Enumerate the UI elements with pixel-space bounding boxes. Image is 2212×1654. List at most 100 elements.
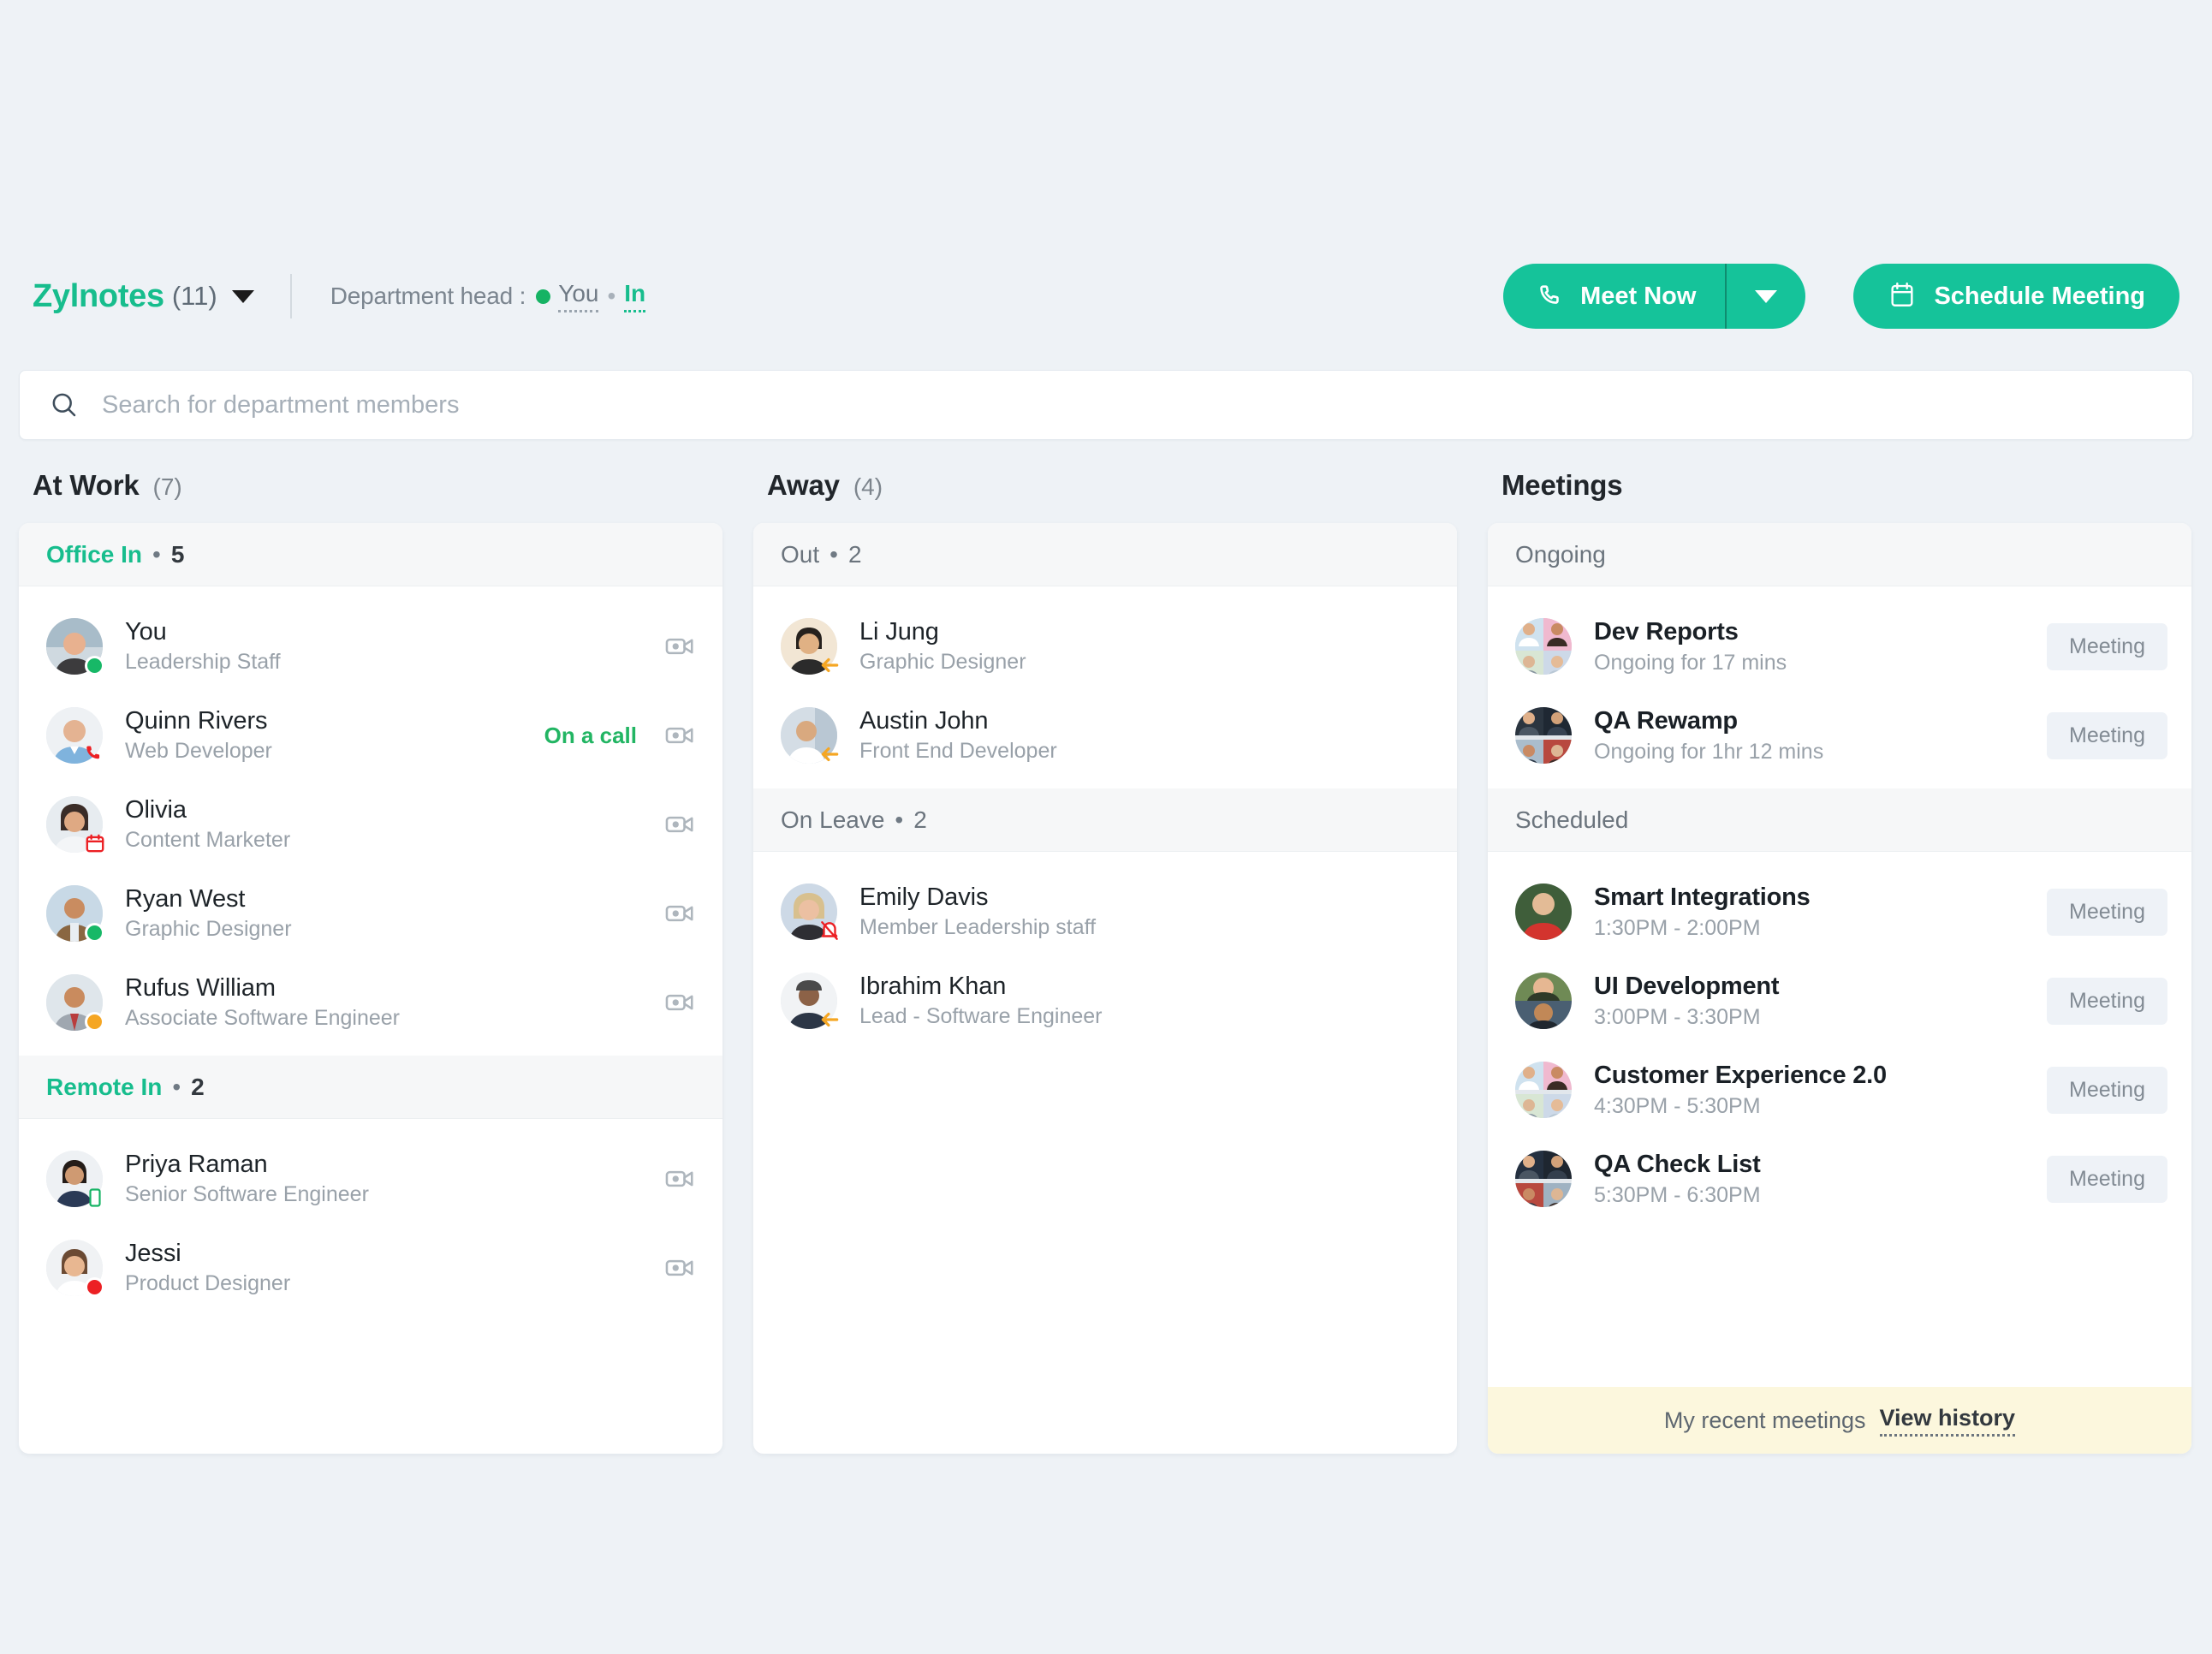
list-item[interactable]: QA Check List 5:30PM - 6:30PM Meeting	[1488, 1134, 2191, 1223]
meeting-title: QA Rewamp	[1594, 706, 1738, 735]
meeting-avatar-group	[1515, 1062, 1572, 1118]
department-name[interactable]: Zylnotes	[33, 278, 164, 315]
department-head-info: Department head : You • In	[330, 280, 646, 312]
meeting-title: Customer Experience 2.0	[1594, 1061, 1887, 1089]
away-title: Away (4)	[753, 469, 1457, 502]
person-name: Ryan West	[125, 885, 246, 913]
at-work-count: (7)	[152, 473, 182, 500]
column-meetings: Meetings Ongoing Dev Reports Ongoing for…	[1488, 469, 2191, 1454]
row-actions	[663, 629, 697, 663]
list-item[interactable]: Jessi Product Designer	[19, 1223, 722, 1312]
person-name: Austin John	[859, 707, 989, 735]
meeting-title: UI Development	[1594, 972, 1780, 1000]
list-item[interactable]: Smart Integrations 1:30PM - 2:00PM Meeti…	[1488, 867, 2191, 956]
list-item[interactable]: Austin John Front End Developer	[753, 691, 1457, 780]
person-name: Li Jung	[859, 618, 939, 646]
meeting-info: QA Check List 5:30PM - 6:30PM	[1594, 1151, 1761, 1208]
meeting-pill-button[interactable]: Meeting	[2047, 1155, 2167, 1203]
section-name: Ongoing	[1515, 540, 1606, 568]
list-item[interactable]: Li Jung Graphic Designer	[753, 602, 1457, 691]
section-name: Scheduled	[1515, 806, 1629, 833]
status-badge-no-bell-icon	[817, 918, 842, 943]
meet-now-dropdown-button[interactable]	[1727, 264, 1805, 329]
status-badge	[85, 1012, 104, 1032]
list-item[interactable]: Ibrahim Khan Lead - Software Engineer	[753, 956, 1457, 1045]
list-item[interactable]: Ryan West Graphic Designer	[19, 869, 722, 958]
avatar	[46, 707, 103, 764]
meeting-pill-button[interactable]: Meeting	[2047, 1066, 2167, 1114]
list-item[interactable]: You Leadership Staff	[19, 602, 722, 691]
calendar-icon	[1888, 280, 1917, 313]
avatar	[46, 796, 104, 853]
status-badge-calendar-icon	[82, 830, 108, 856]
meetings-card: Ongoing Dev Reports Ongoing for 17 mins …	[1488, 523, 2191, 1454]
meeting-subtitle: 1:30PM - 2:00PM	[1594, 915, 1761, 940]
person-role: Member Leadership staff	[859, 915, 1097, 939]
department-head-value[interactable]: You	[558, 280, 599, 312]
person-info: Olivia Content Marketer	[125, 796, 290, 853]
video-camera-icon[interactable]	[663, 718, 697, 753]
section-name: Remote In	[46, 1073, 163, 1100]
section-header-out: Out • 2	[753, 523, 1457, 586]
section-name: On Leave	[781, 806, 885, 833]
at-work-card: Office In • 5 You Leadership Staff Quinn…	[19, 523, 722, 1454]
video-camera-icon[interactable]	[663, 1251, 697, 1285]
meeting-pill-button[interactable]: Meeting	[2047, 977, 2167, 1025]
meeting-avatar-group	[1515, 707, 1572, 764]
list-item[interactable]: Customer Experience 2.0 4:30PM - 5:30PM …	[1488, 1045, 2191, 1134]
search-bar[interactable]	[19, 370, 2193, 440]
meeting-avatar-group	[1515, 884, 1572, 940]
video-camera-icon[interactable]	[663, 807, 697, 842]
meeting-info: Dev Reports Ongoing for 17 mins	[1594, 618, 1787, 675]
view-history-link[interactable]: View history	[1879, 1405, 2016, 1437]
video-camera-icon[interactable]	[663, 896, 697, 931]
meeting-subtitle: Ongoing for 17 mins	[1594, 650, 1787, 675]
away-card: Out • 2 Li Jung Graphic Designer Austin …	[753, 523, 1457, 1454]
list-item[interactable]: Quinn Rivers Web Developer On a call	[19, 691, 722, 780]
at-work-title: At Work (7)	[19, 469, 722, 502]
meeting-info: UI Development 3:00PM - 3:30PM	[1594, 972, 1780, 1030]
meeting-pill-button[interactable]: Meeting	[2047, 888, 2167, 936]
list-item[interactable]: Rufus William Associate Software Enginee…	[19, 958, 722, 1047]
list-item[interactable]: Dev Reports Ongoing for 17 mins Meeting	[1488, 602, 2191, 691]
person-info: Quinn Rivers Web Developer	[125, 707, 272, 764]
meeting-title: Dev Reports	[1594, 617, 1739, 646]
person-info: Ibrahim Khan Lead - Software Engineer	[859, 973, 1103, 1029]
status-badge-arrow-left-icon	[817, 652, 842, 678]
meeting-title: Smart Integrations	[1594, 883, 1811, 911]
columns-container: At Work (7) Office In • 5 You Leadership…	[19, 469, 2193, 1454]
meeting-avatar-group	[1515, 1151, 1572, 1207]
section-bullet: •	[152, 540, 161, 568]
list-item[interactable]: UI Development 3:00PM - 3:30PM Meeting	[1488, 956, 2191, 1045]
list-item[interactable]: Olivia Content Marketer	[19, 780, 722, 869]
person-name: Olivia	[125, 796, 187, 824]
meeting-pill-button[interactable]: Meeting	[2047, 711, 2167, 759]
list-item[interactable]: Emily Davis Member Leadership staff	[753, 867, 1457, 956]
chevron-down-icon[interactable]	[231, 289, 254, 303]
section-count: 5	[170, 540, 185, 568]
video-camera-icon[interactable]	[663, 985, 697, 1020]
remote-in-list: Priya Raman Senior Software Engineer Jes…	[19, 1119, 722, 1321]
person-name: Ibrahim Khan	[859, 973, 1007, 1000]
status-badge-phone-icon	[82, 741, 108, 767]
meet-now-main[interactable]: Meet Now	[1503, 264, 1725, 329]
status-badge-arrow-left-icon	[817, 741, 842, 767]
meeting-pill-button[interactable]: Meeting	[2047, 622, 2167, 670]
department-member-count: (11)	[171, 281, 217, 311]
office-in-list: You Leadership Staff Quinn Rivers Web De…	[19, 586, 722, 1056]
away-filler	[753, 1054, 1457, 1454]
video-camera-icon[interactable]	[663, 1162, 697, 1196]
list-item[interactable]: Priya Raman Senior Software Engineer	[19, 1134, 722, 1223]
search-input[interactable]	[102, 371, 2192, 439]
schedule-meeting-button[interactable]: Schedule Meeting	[1853, 264, 2179, 329]
person-role: Senior Software Engineer	[125, 1182, 369, 1206]
section-name: Out	[781, 540, 820, 568]
video-camera-icon[interactable]	[663, 629, 697, 663]
avatar	[781, 973, 839, 1029]
person-role: Graphic Designer	[125, 917, 292, 941]
at-work-filler	[19, 1321, 722, 1454]
meet-now-button[interactable]: Meet Now	[1503, 264, 1806, 329]
avatar	[46, 1240, 104, 1297]
department-head-status[interactable]: In	[624, 280, 646, 312]
list-item[interactable]: QA Rewamp Ongoing for 1hr 12 mins Meetin…	[1488, 691, 2191, 780]
